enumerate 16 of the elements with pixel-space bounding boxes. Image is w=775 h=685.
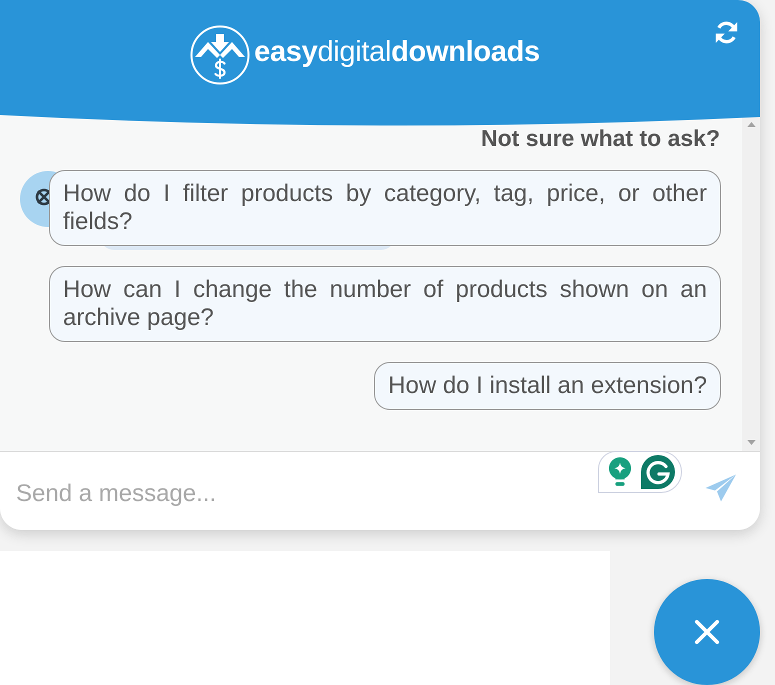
message-input[interactable]: Send a message... — [0, 451, 760, 530]
logo-wordmark: easydigitaldownloads — [254, 35, 540, 69]
download-dollar-logo-icon — [190, 25, 250, 85]
suggestion-button[interactable]: How do I filter products by category, tag, price, or other fields? — [49, 170, 721, 246]
writing-assistant-badge[interactable] — [598, 451, 682, 493]
suggestion-button[interactable]: How do I install an extension? — [374, 362, 721, 410]
scroll-down-icon[interactable] — [746, 440, 756, 445]
refresh-icon[interactable] — [713, 19, 740, 46]
suggestion-button[interactable]: How can I change the number of products shown on an archive page? — [49, 266, 721, 342]
scroll-up-icon[interactable] — [746, 122, 756, 127]
lightbulb-sparkle-icon[interactable] — [608, 457, 632, 487]
g-logo-icon[interactable] — [640, 454, 676, 490]
suggestion-prompt: Not sure what to ask? — [481, 126, 720, 151]
scrollbar-track[interactable] — [742, 117, 760, 451]
paper-plane-icon[interactable] — [705, 474, 737, 502]
close-icon[interactable] — [694, 619, 720, 645]
